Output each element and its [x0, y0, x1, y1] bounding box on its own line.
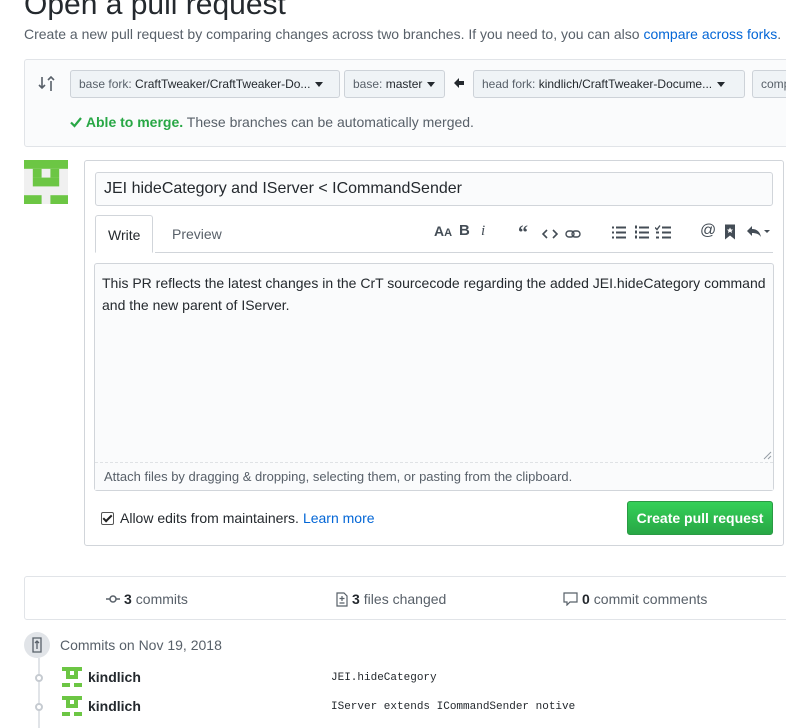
allow-edits-label: Allow edits from maintainers. — [120, 510, 299, 526]
numbered-list-icon[interactable] — [635, 223, 649, 241]
commit-author[interactable]: kindlich — [88, 669, 141, 685]
comment-icon — [563, 592, 578, 606]
commit-message[interactable]: JEI.hideCategory — [331, 672, 437, 684]
files-changed-tab[interactable]: 3 files changed — [336, 591, 446, 607]
commits-date-header: Commits on Nov 19, 2018 — [60, 637, 222, 653]
avatar — [62, 667, 82, 687]
commits-count: 3 — [124, 591, 132, 607]
base-fork-value: CraftTweaker/CraftTweaker-Do... — [135, 77, 311, 91]
resize-handle-icon[interactable] — [762, 450, 772, 460]
caret-down-icon — [717, 82, 726, 88]
body-text[interactable]: This PR reflects the latest changes in t… — [102, 272, 766, 316]
head-fork-value: kindlich/CraftTweaker-Docume... — [538, 77, 713, 91]
task-list-icon[interactable] — [655, 223, 671, 241]
create-pull-request-button[interactable]: Create pull request — [627, 501, 773, 535]
merge-detail-text: These branches can be automatically merg… — [186, 114, 474, 130]
head-fork-label: head fork: — [482, 77, 536, 91]
file-diff-icon — [336, 591, 348, 607]
caret-down-icon — [315, 82, 324, 88]
tab-preview[interactable]: Preview — [160, 215, 234, 253]
bookmark-icon[interactable] — [724, 223, 736, 241]
merge-status: Able to merge. These branches can be aut… — [70, 114, 474, 130]
files-label: files changed — [363, 591, 447, 607]
base-branch-select[interactable]: base: master — [344, 70, 445, 98]
commits-tab[interactable]: 3 commits — [106, 591, 188, 607]
check-icon — [70, 117, 82, 128]
header-text-icon[interactable]: AA — [434, 222, 452, 240]
base-fork-label: base fork: — [79, 77, 132, 91]
compare-icon — [38, 76, 55, 91]
repo-push-icon — [24, 632, 50, 658]
learn-more-link[interactable]: Learn more — [303, 510, 375, 526]
caret-down-icon — [427, 82, 436, 88]
quote-icon[interactable]: “ — [518, 223, 528, 243]
code-icon[interactable] — [542, 225, 558, 243]
commit-comments-tab[interactable]: 0 commit comments — [563, 591, 707, 607]
page-title: Open a pull request — [24, 0, 286, 21]
compare-branch-select[interactable]: comp — [752, 70, 786, 98]
files-count: 3 — [352, 591, 360, 607]
compare-across-forks-link[interactable]: compare across forks — [643, 26, 777, 42]
tab-divider — [155, 252, 773, 253]
commits-label: commits — [135, 591, 188, 607]
merge-ok-text: Able to merge. — [85, 114, 184, 130]
base-value: master — [385, 77, 423, 91]
bullet-list-icon[interactable] — [612, 223, 626, 241]
tab-write[interactable]: Write — [95, 215, 154, 253]
commit-author[interactable]: kindlich — [88, 698, 141, 714]
base-fork-select[interactable]: base fork: CraftTweaker/CraftTweaker-Do.… — [70, 70, 340, 98]
attach-files-hint[interactable]: Attach files by dragging & dropping, sel… — [95, 462, 773, 490]
commit-dot — [35, 703, 43, 711]
page-description: Create a new pull request by comparing c… — [24, 26, 781, 42]
italic-icon[interactable]: i — [481, 222, 485, 240]
compare-partial-label: comp — [761, 77, 786, 91]
commit-icon — [106, 595, 120, 603]
head-fork-select[interactable]: head fork: kindlich/CraftTweaker-Docume.… — [473, 70, 745, 98]
comments-label: commit comments — [593, 591, 708, 607]
timeline — [38, 658, 40, 728]
bold-icon[interactable]: B — [459, 222, 470, 240]
avatar — [24, 160, 68, 204]
commit-dot — [35, 674, 43, 682]
commit-message[interactable]: IServer extends ICommandSender notive — [331, 701, 575, 713]
description-end: . — [777, 26, 782, 42]
reply-icon[interactable] — [746, 223, 770, 241]
base-label: base: — [353, 77, 383, 91]
description-text: Create a new pull request by comparing c… — [24, 26, 640, 42]
arrow-left-icon — [454, 78, 464, 88]
title-input[interactable]: JEI hideCategory and IServer < ICommandS… — [95, 172, 773, 206]
mention-icon[interactable]: @ — [700, 222, 716, 240]
link-icon[interactable] — [565, 225, 581, 243]
avatar — [62, 696, 82, 716]
allow-edits-checkbox[interactable] — [101, 511, 114, 525]
allow-edits-option[interactable]: Allow edits from maintainers. Learn more — [101, 510, 375, 526]
comments-count: 0 — [582, 591, 590, 607]
